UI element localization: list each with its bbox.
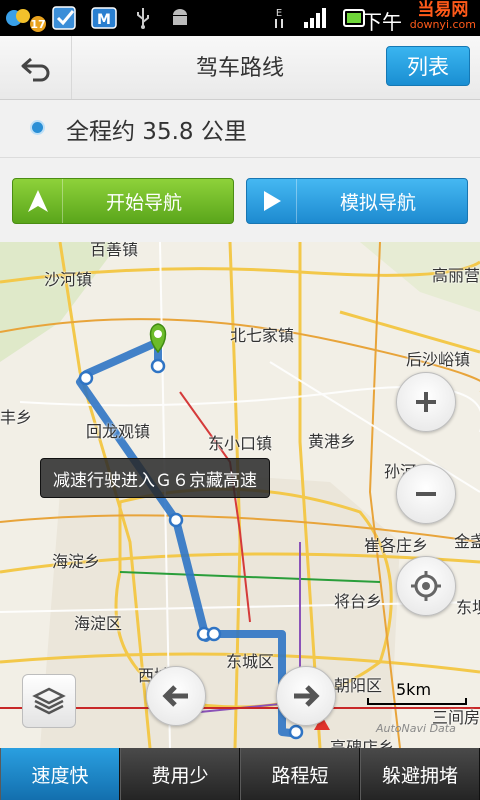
place-label: 黄港乡 — [308, 432, 357, 451]
watermark-line2: downyi.com — [409, 18, 476, 31]
list-button[interactable]: 列表 — [386, 46, 470, 86]
place-label: 海淀区 — [74, 614, 123, 633]
route-step-tooltip[interactable]: 减速行驶进入Ｇ６京藏高速 — [40, 458, 270, 498]
data-transfer-icon: E — [270, 6, 288, 30]
status-time: 下午 — [362, 10, 402, 34]
place-label: 崔各庄乡 — [364, 536, 429, 555]
map-copyright: AutoNavi Data — [376, 722, 456, 735]
place-label: 沙河镇 — [44, 270, 93, 289]
android-icon — [168, 6, 192, 30]
svg-text:M: M — [97, 12, 111, 28]
start-navigation-button[interactable]: 开始导航 — [12, 178, 234, 224]
tab-cheapest[interactable]: 费用少 — [120, 748, 240, 800]
place-label: 将台乡 — [334, 592, 383, 611]
locate-crosshair-icon — [411, 571, 441, 601]
zoom-out-button[interactable] — [396, 464, 456, 524]
place-label: 东小口镇 — [208, 434, 273, 453]
start-navigation-label: 开始导航 — [105, 191, 182, 214]
watermark-logo: 当易网 downyi.com — [409, 0, 476, 31]
title-bar: 驾车路线 列表 — [0, 36, 480, 100]
place-label: 高丽营 — [432, 266, 480, 285]
route-preference-tabs: 速度快 费用少 路程短 躲避拥堵 — [0, 748, 480, 800]
route-summary-panel: 全程约 35.8 公里 开始导航 模拟导航 — [0, 100, 480, 242]
place-label: 朝阳区 — [334, 676, 383, 695]
plus-icon — [416, 392, 436, 412]
simulate-navigation-label: 模拟导航 — [339, 191, 416, 214]
mail-icon: M — [90, 6, 120, 30]
watermark-line1: 当易网 — [417, 0, 469, 20]
total-distance: 全程约 35.8 公里 — [66, 119, 247, 145]
place-label: 高碑店乡 — [330, 738, 395, 748]
checkbox-icon — [50, 6, 80, 30]
place-label: 东城区 — [226, 652, 275, 671]
place-label: 海淀乡 — [52, 552, 101, 571]
place-label: 北七家镇 — [230, 326, 295, 345]
tab-fastest[interactable]: 速度快 — [0, 748, 120, 800]
place-label: 丰乡 — [0, 408, 33, 427]
map-scale-label: 5km — [396, 680, 432, 699]
route-map[interactable]: 百善镇 沙河镇 高丽营 北七家镇 后沙峪镇 丰乡 回龙观镇 东小口镇 黄港乡 孙… — [0, 242, 480, 748]
arrow-left-icon — [162, 685, 188, 707]
next-step-button[interactable] — [276, 666, 336, 726]
navigation-arrow-icon — [13, 179, 63, 223]
place-label: 金盏 — [454, 532, 480, 551]
previous-step-button[interactable] — [146, 666, 206, 726]
signal-icon — [302, 6, 330, 30]
bullet-dot-icon — [32, 122, 43, 133]
arrow-right-icon — [294, 685, 320, 707]
place-label: 东坝乡 — [456, 598, 480, 617]
tab-avoid-traffic[interactable]: 躲避拥堵 — [360, 748, 480, 800]
play-icon — [247, 179, 297, 223]
zoom-in-button[interactable] — [396, 372, 456, 432]
status-bar: 17 M E 下午 当易网 downyi.com — [0, 0, 480, 36]
place-label: 后沙峪镇 — [406, 350, 471, 369]
distance-row: 全程约 35.8 公里 — [0, 100, 480, 158]
locate-button[interactable] — [396, 556, 456, 616]
usb-icon — [132, 6, 154, 30]
notification-count-badge: 17 — [28, 14, 48, 34]
layers-icon — [32, 687, 66, 715]
place-label: 百善镇 — [90, 242, 139, 259]
svg-text:E: E — [276, 8, 282, 19]
simulate-navigation-button[interactable]: 模拟导航 — [246, 178, 468, 224]
place-label: 回龙观镇 — [86, 422, 151, 441]
tab-shortest[interactable]: 路程短 — [240, 748, 360, 800]
map-layers-button[interactable] — [22, 674, 76, 728]
minus-icon — [416, 492, 436, 496]
